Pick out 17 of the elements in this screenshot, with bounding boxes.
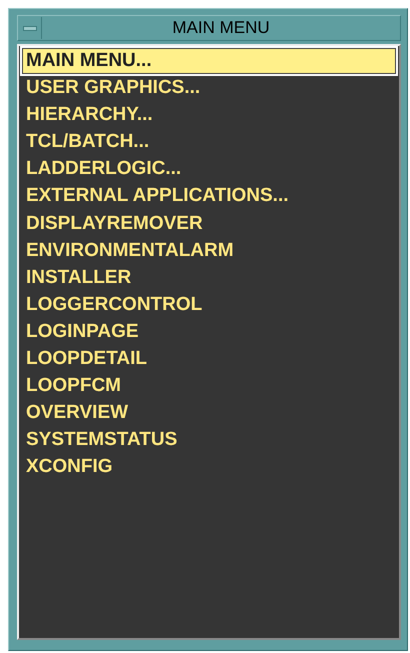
- menu-item[interactable]: EXTERNAL APPLICATIONS...: [22, 183, 396, 210]
- menu-item[interactable]: LOGGERCONTROL: [22, 292, 396, 318]
- menu-item[interactable]: XCONFIG: [22, 454, 396, 480]
- menu-item[interactable]: LOOPDETAIL: [22, 346, 396, 372]
- menu-item[interactable]: LOGINPAGE: [22, 318, 396, 345]
- menu-item[interactable]: HIERARCHY...: [22, 102, 396, 128]
- menu-item[interactable]: ENVIRONMENTALARM: [22, 238, 396, 264]
- menu-item[interactable]: LADDERLOGIC...: [22, 156, 396, 182]
- menu-item[interactable]: OVERVIEW: [22, 400, 396, 426]
- menu-item[interactable]: DISPLAYREMOVER: [22, 210, 396, 237]
- menu-item[interactable]: TCL/BATCH...: [22, 129, 396, 156]
- menu-item[interactable]: SYSTEMSTATUS: [22, 427, 396, 454]
- menu-item[interactable]: LOOPFCM: [22, 373, 396, 400]
- menu-item[interactable]: USER GRAPHICS...: [22, 75, 396, 102]
- menu-item[interactable]: INSTALLER: [22, 264, 396, 291]
- menu-item[interactable]: MAIN MENU...: [22, 48, 396, 74]
- window-title: MAIN MENU: [171, 18, 271, 38]
